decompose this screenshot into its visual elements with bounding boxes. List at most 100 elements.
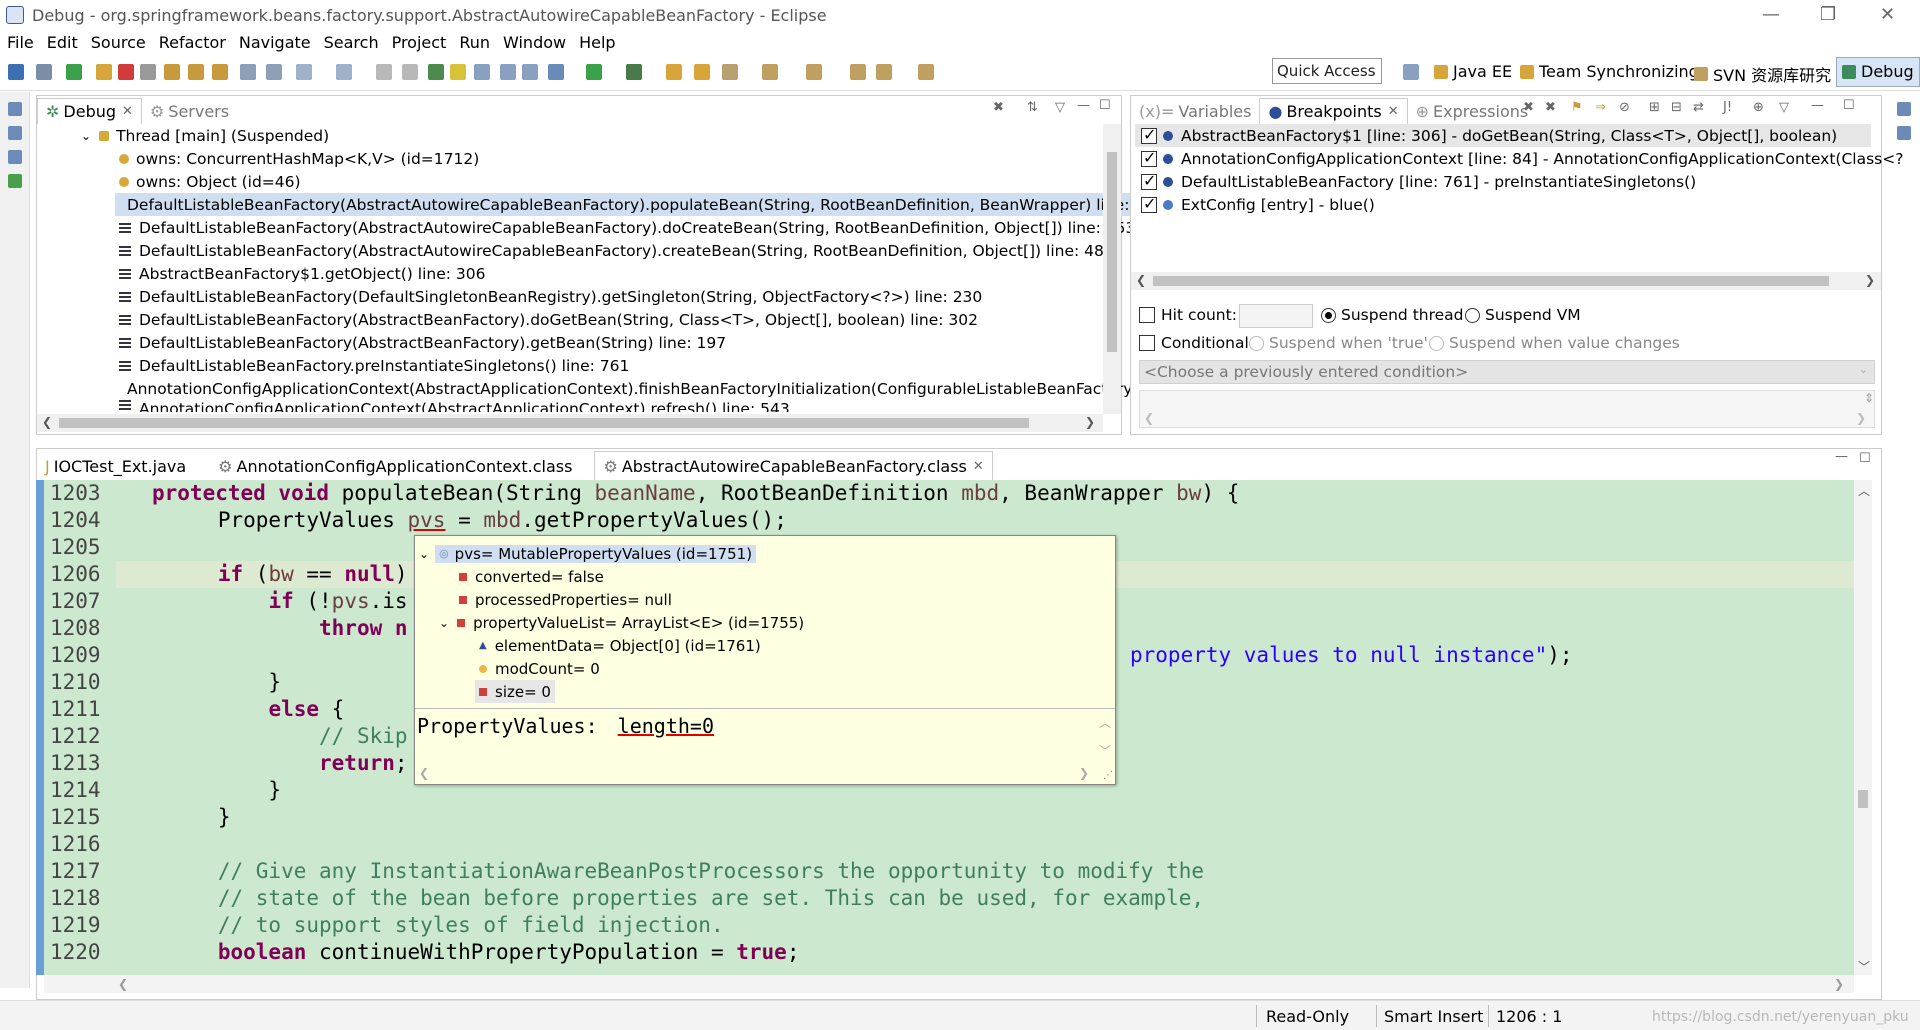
- editor-tab-abstractautowire[interactable]: ⚙ AbstractAutowireCapableBeanFactory.cla…: [594, 451, 993, 481]
- perspective-debug[interactable]: Debug: [1842, 62, 1914, 81]
- debug-horizontal-scrollbar[interactable]: ❮ ❯: [37, 414, 1103, 432]
- stack-frame[interactable]: DefaultListableBeanFactory(AbstractBeanF…: [119, 331, 1139, 354]
- save-icon[interactable]: [336, 64, 352, 80]
- open-type-icon[interactable]: [402, 64, 418, 80]
- suspend-vm-radio[interactable]: [1465, 307, 1480, 323]
- spinner-icon[interactable]: ⇕: [1864, 391, 1874, 405]
- debug-vertical-scrollbar[interactable]: [1103, 124, 1121, 414]
- chevron-down-icon[interactable]: ⌄: [419, 547, 429, 561]
- link-with-debug-icon[interactable]: ⇄: [1693, 100, 1704, 115]
- minimize-view-icon[interactable]: —: [1811, 98, 1824, 113]
- hover-detail-pane[interactable]: PropertyValues: length=0: [417, 714, 714, 738]
- disconnect-icon[interactable]: [140, 64, 156, 80]
- conditional-checkbox[interactable]: [1139, 335, 1155, 351]
- hit-count-option[interactable]: Hit count:: [1139, 306, 1237, 324]
- breakpoint-item[interactable]: AnnotationConfigApplicationContext [line…: [1141, 147, 1903, 170]
- hover-field-row[interactable]: converted= false: [459, 565, 604, 588]
- close-tab-icon[interactable]: ✕: [973, 459, 984, 474]
- tab-debug[interactable]: ✲ Debug ✕: [37, 98, 142, 124]
- view-menu-chevron-icon[interactable]: ▽: [1055, 100, 1065, 115]
- step-over-icon[interactable]: [188, 64, 204, 80]
- breakpoint-item[interactable]: ExtConfig [entry] - blue(): [1141, 193, 1375, 216]
- stack-frame[interactable]: AnnotationConfigApplicationContext(Abstr…: [119, 377, 1139, 400]
- hover-field-row[interactable]: ▲ elementData= Object[0] (id=1761): [479, 634, 761, 657]
- menu-refactor[interactable]: Refactor: [159, 33, 226, 52]
- resume-icon[interactable]: [66, 64, 82, 80]
- tab-expressions[interactable]: ⊕ Expressions: [1408, 98, 1537, 124]
- menu-navigate[interactable]: Navigate: [239, 33, 311, 52]
- hover-field-row-selected[interactable]: size= 0: [475, 680, 555, 703]
- editor-horizontal-scrollbar[interactable]: ❮ ❯: [44, 975, 1854, 993]
- scroll-left-icon[interactable]: ❮: [118, 977, 128, 991]
- menu-edit[interactable]: Edit: [47, 33, 78, 52]
- scroll-right-icon[interactable]: ❯: [1865, 273, 1875, 287]
- use-step-filters-icon[interactable]: [266, 64, 282, 80]
- restore-icon[interactable]: ❐: [1820, 4, 1836, 25]
- forward-icon[interactable]: [918, 64, 934, 80]
- scroll-right-icon[interactable]: ❯: [1834, 977, 1844, 991]
- breakpoint-enabled-checkbox[interactable]: [1141, 171, 1157, 190]
- owns-monitor[interactable]: owns: ConcurrentHashMap<K,V> (id=1712): [119, 147, 1079, 170]
- word-wrap-icon[interactable]: [522, 64, 538, 80]
- editor-tab-annotationconfig[interactable]: ⚙ AnnotationConfigApplicationContext.cla…: [210, 451, 580, 481]
- suspend-thread-option[interactable]: Suspend thread: [1321, 306, 1464, 324]
- tab-variables[interactable]: (x)= Variables: [1131, 98, 1259, 124]
- block-select-icon[interactable]: [500, 64, 516, 80]
- scroll-up-icon[interactable]: ︿: [1099, 714, 1111, 731]
- minimize-editor-icon[interactable]: —: [1835, 449, 1848, 464]
- hover-root-row[interactable]: ⌄ ◎ pvs= MutablePropertyValues (id=1751): [419, 542, 757, 565]
- scroll-right-icon[interactable]: ❯: [1079, 766, 1089, 780]
- perspective-svn[interactable]: SVN 资源库研究: [1694, 62, 1831, 86]
- terminate-icon[interactable]: [118, 64, 134, 80]
- search-icon[interactable]: [762, 64, 778, 80]
- remove-all-breakpoints-icon[interactable]: ✖: [1545, 100, 1556, 115]
- close-tab-icon[interactable]: ✕: [1388, 104, 1399, 119]
- menu-search[interactable]: Search: [324, 33, 379, 52]
- restore-view-icon[interactable]: [7, 102, 22, 116]
- tab-breakpoints[interactable]: ● Breakpoints ✕: [1259, 98, 1408, 124]
- scroll-down-icon[interactable]: ﹀: [1858, 958, 1870, 975]
- menu-project[interactable]: Project: [392, 33, 447, 52]
- hit-count-checkbox[interactable]: [1139, 307, 1155, 323]
- back-icon[interactable]: [876, 64, 892, 80]
- tasks-icon[interactable]: [7, 174, 22, 188]
- tab-servers[interactable]: ⚙ Servers: [142, 98, 237, 124]
- close-tab-icon[interactable]: ✕: [122, 104, 133, 119]
- resize-grip-icon[interactable]: ⋰: [1103, 770, 1113, 781]
- breakpoints-horizontal-scrollbar[interactable]: ❮ ❯: [1131, 272, 1881, 290]
- editor-vertical-scrollbar[interactable]: ︿ ﹀: [1854, 480, 1872, 975]
- scroll-left-icon[interactable]: ❮: [1136, 273, 1146, 287]
- breakpoint-enabled-checkbox[interactable]: [1141, 194, 1157, 213]
- skip-breakpoints-icon[interactable]: [36, 64, 52, 80]
- menu-file[interactable]: File: [7, 33, 34, 52]
- scroll-thumb[interactable]: [1858, 790, 1868, 808]
- condition-history-dropdown[interactable]: <Choose a previously entered condition> …: [1139, 360, 1875, 384]
- stack-frame[interactable]: DefaultListableBeanFactory(AbstractAutow…: [119, 239, 1139, 262]
- condition-editor[interactable]: ❮ ❯ ⇕: [1139, 390, 1875, 428]
- scroll-thumb[interactable]: [1107, 152, 1117, 352]
- stack-frame[interactable]: AnnotationConfigApplicationContext(Abstr…: [119, 400, 1139, 412]
- breakpoint-item[interactable]: DefaultListableBeanFactory [line: 761] -…: [1141, 170, 1696, 193]
- stack-frame[interactable]: DefaultListableBeanFactory(DefaultSingle…: [119, 285, 1139, 308]
- thread-main[interactable]: ⌄ Thread [main] (Suspended): [81, 124, 1081, 147]
- go-to-file-icon[interactable]: ⇒: [1595, 100, 1606, 115]
- stack-frame[interactable]: DefaultListableBeanFactory(AbstractBeanF…: [119, 308, 1139, 331]
- stack-frame[interactable]: AbstractBeanFactory$1.getObject() line: …: [119, 262, 1139, 285]
- perspective-team-sync[interactable]: Team Synchronizing: [1520, 62, 1699, 81]
- debug-view-icon[interactable]: [8, 64, 24, 80]
- hover-field-row[interactable]: processedProperties= null: [459, 588, 672, 611]
- chevron-down-icon[interactable]: ⌄: [1859, 363, 1868, 376]
- perspective-java-ee[interactable]: Java EE: [1434, 62, 1512, 81]
- maximize-editor-icon[interactable]: ☐: [1859, 451, 1871, 466]
- hover-field-row[interactable]: ⌄ propertyValueList= ArrayList<E> (id=17…: [439, 611, 804, 634]
- last-edit-location-icon[interactable]: [850, 64, 866, 80]
- print-icon[interactable]: [376, 64, 392, 80]
- show-whitespace-icon[interactable]: [474, 64, 490, 80]
- collapse-all-icon[interactable]: ⊟: [1671, 100, 1682, 115]
- step-return-icon[interactable]: [212, 64, 228, 80]
- editor-tab-ioctest[interactable]: J IOCTest_Ext.java: [37, 451, 194, 481]
- hit-count-field[interactable]: [1239, 304, 1313, 328]
- skip-all-icon[interactable]: ⊘: [1619, 100, 1630, 115]
- menu-source[interactable]: Source: [91, 33, 146, 52]
- restore-outline-icon[interactable]: [1897, 102, 1911, 116]
